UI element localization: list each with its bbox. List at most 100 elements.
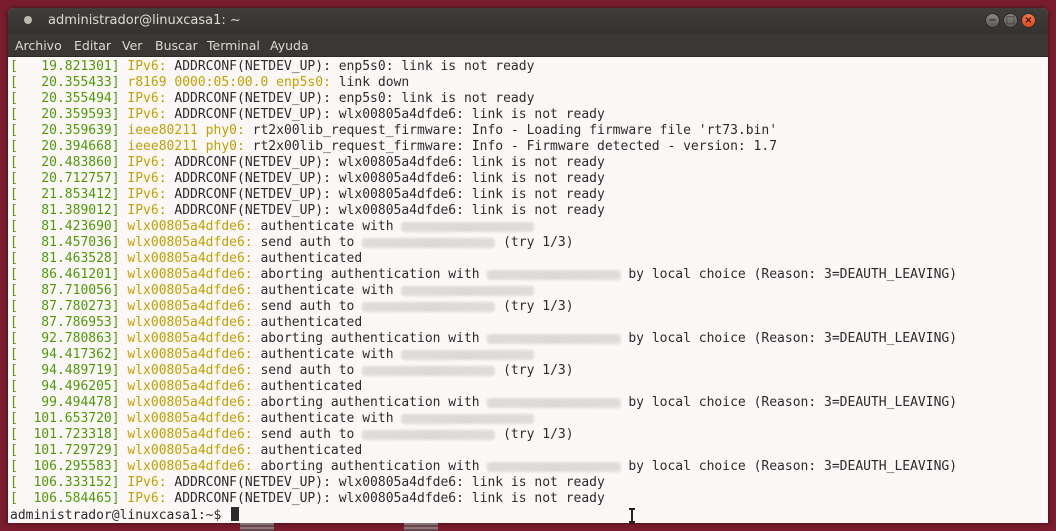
log-message-tail: by local choice (Reason: 3=DEAUTH_LEAVIN…: [620, 331, 958, 346]
log-line: [ 20.394668] ieee80211 phy0: rt2x00lib_r…: [10, 139, 777, 155]
log-line: [ 20.359639] ieee80211 phy0: rt2x00lib_r…: [10, 123, 777, 139]
log-source: IPv6:: [127, 491, 167, 506]
log-source: wlx00805a4dfde6:: [127, 331, 253, 346]
log-message: ADDRCONF(NETDEV_UP): wlx00805a4dfde6: li…: [166, 203, 605, 218]
title-bar[interactable]: administrador@linuxcasa1: ~ − □ ×: [8, 8, 1048, 34]
log-timestamp: [ 94.496205]: [10, 379, 120, 394]
log-source: ieee80211 phy0:: [127, 139, 245, 154]
log-source: wlx00805a4dfde6:: [127, 459, 253, 474]
log-line: [ 20.712757] IPv6: ADDRCONF(NETDEV_UP): …: [10, 171, 605, 187]
log-message: ADDRCONF(NETDEV_UP): enp5s0: link is not…: [166, 59, 535, 74]
log-message: aborting authentication with: [252, 267, 488, 282]
log-source: wlx00805a4dfde6:: [127, 283, 253, 298]
menu-ayuda[interactable]: Ayuda: [270, 38, 309, 53]
log-line: [ 106.584465] IPv6: ADDRCONF(NETDEV_UP):…: [10, 491, 605, 507]
log-message-tail: by local choice (Reason: 3=DEAUTH_LEAVIN…: [620, 267, 958, 282]
menu-bar: Archivo Editar Ver Buscar Terminal Ayuda: [8, 34, 1048, 57]
log-message: ADDRCONF(NETDEV_UP): wlx00805a4dfde6: li…: [166, 107, 605, 122]
log-line: [ 20.355433] r8169 0000:05:00.0 enp5s0: …: [10, 75, 409, 91]
log-source: wlx00805a4dfde6:: [127, 315, 253, 330]
log-source: IPv6:: [127, 59, 167, 74]
log-source: IPv6:: [127, 203, 167, 218]
log-timestamp: [ 106.584465]: [10, 491, 120, 506]
log-message-tail: by local choice (Reason: 3=DEAUTH_LEAVIN…: [620, 395, 958, 410]
log-line: [ 87.710056] wlx00805a4dfde6: authentica…: [10, 283, 535, 299]
redacted-mac-address: a2:41:36:94:ad:40: [401, 221, 535, 232]
log-message: ADDRCONF(NETDEV_UP): wlx00805a4dfde6: li…: [166, 171, 605, 186]
terminal-window: administrador@linuxcasa1: ~ − □ × Archiv…: [8, 8, 1048, 523]
log-line: [ 106.295583] wlx00805a4dfde6: aborting …: [10, 459, 957, 475]
log-message: ADDRCONF(NETDEV_UP): wlx00805a4dfde6: li…: [166, 491, 605, 506]
log-source: IPv6:: [127, 91, 167, 106]
close-button[interactable]: ×: [1021, 13, 1036, 28]
menu-terminal[interactable]: Terminal: [207, 38, 260, 53]
log-source: IPv6:: [127, 171, 167, 186]
log-line: [ 81.423690] wlx00805a4dfde6: authentica…: [10, 219, 535, 235]
log-source: wlx00805a4dfde6:: [127, 219, 253, 234]
log-timestamp: [ 87.710056]: [10, 283, 120, 298]
log-timestamp: [ 99.494478]: [10, 395, 120, 410]
redacted-mac-address: a2:41:36:94:ad:40: [362, 237, 496, 248]
menu-editar[interactable]: Editar: [74, 38, 111, 53]
log-line: [ 20.359593] IPv6: ADDRCONF(NETDEV_UP): …: [10, 107, 605, 123]
log-message: authenticated: [252, 379, 363, 394]
log-message-tail: by local choice (Reason: 3=DEAUTH_LEAVIN…: [620, 459, 958, 474]
maximize-button[interactable]: □: [1003, 13, 1018, 28]
menu-ver[interactable]: Ver: [122, 38, 142, 53]
log-source: r8169 0000:05:00.0 enp5s0:: [127, 75, 331, 90]
log-message-tail: (try 1/3): [495, 427, 574, 442]
redacted-mac-address: a2:41:36:94:ad:40: [362, 365, 496, 376]
log-source: wlx00805a4dfde6:: [127, 299, 253, 314]
log-message: ADDRCONF(NETDEV_UP): wlx00805a4dfde6: li…: [166, 155, 605, 170]
minimize-button[interactable]: −: [985, 13, 1000, 28]
log-timestamp: [ 106.295583]: [10, 459, 120, 474]
redacted-mac-address: a2:41:36:94:ad:40: [401, 413, 535, 424]
log-timestamp: [ 20.355433]: [10, 75, 120, 90]
log-line: [ 21.853412] IPv6: ADDRCONF(NETDEV_UP): …: [10, 187, 605, 203]
log-line: [ 87.786953] wlx00805a4dfde6: authentica…: [10, 315, 362, 331]
log-line: [ 86.461201] wlx00805a4dfde6: aborting a…: [10, 267, 957, 283]
log-message-tail: (try 1/3): [495, 363, 574, 378]
log-message-tail: (try 1/3): [495, 235, 574, 250]
log-line: [ 81.389012] IPv6: ADDRCONF(NETDEV_UP): …: [10, 203, 605, 219]
log-timestamp: [ 94.489719]: [10, 363, 120, 378]
log-message: authenticated: [252, 443, 363, 458]
log-timestamp: [ 81.389012]: [10, 203, 120, 218]
log-line: [ 101.729729] wlx00805a4dfde6: authentic…: [10, 443, 362, 459]
log-timestamp: [ 106.333152]: [10, 475, 120, 490]
log-timestamp: [ 20.712757]: [10, 171, 120, 186]
log-timestamp: [ 101.723318]: [10, 427, 120, 442]
menu-archivo[interactable]: Archivo: [15, 38, 62, 53]
log-line: [ 20.355494] IPv6: ADDRCONF(NETDEV_UP): …: [10, 91, 534, 107]
log-message: authenticate with: [252, 411, 402, 426]
text-cursor: [231, 507, 240, 521]
log-source: wlx00805a4dfde6:: [127, 379, 253, 394]
redacted-mac-address: a2:41:36:94:ad:40: [401, 349, 535, 360]
log-line: [ 94.417362] wlx00805a4dfde6: authentica…: [10, 347, 535, 363]
menu-buscar[interactable]: Buscar: [155, 38, 198, 53]
log-timestamp: [ 20.359593]: [10, 107, 120, 122]
log-timestamp: [ 87.780273]: [10, 299, 120, 314]
redacted-mac-address: a2:41:36:94:ad:40: [487, 269, 621, 280]
log-message: ADDRCONF(NETDEV_UP): wlx00805a4dfde6: li…: [166, 475, 605, 490]
redacted-mac-address: a2:41:36:94:ad:40: [487, 461, 621, 472]
log-source: IPv6:: [127, 475, 167, 490]
log-source: IPv6:: [127, 155, 167, 170]
taskbar-icon[interactable]: [240, 523, 274, 531]
log-timestamp: [ 19.821301]: [10, 59, 120, 74]
terminal-output[interactable]: administrador@linuxcasa1:~$ [ 19.821301]…: [8, 57, 1048, 523]
log-source: wlx00805a4dfde6:: [127, 427, 253, 442]
log-line: [ 99.494478] wlx00805a4dfde6: aborting a…: [10, 395, 957, 411]
log-timestamp: [ 20.483860]: [10, 155, 120, 170]
log-timestamp: [ 87.786953]: [10, 315, 120, 330]
log-line: [ 81.463528] wlx00805a4dfde6: authentica…: [10, 251, 362, 267]
taskbar-icon[interactable]: [404, 523, 438, 531]
redacted-mac-address: a2:41:36:94:ad:40: [401, 285, 535, 296]
log-message: authenticate with: [252, 219, 402, 234]
log-message: send auth to: [252, 299, 363, 314]
log-source: wlx00805a4dfde6:: [127, 347, 253, 362]
log-message: aborting authentication with: [252, 395, 488, 410]
shell-prompt[interactable]: administrador@linuxcasa1:~$: [10, 507, 240, 523]
log-line: [ 94.496205] wlx00805a4dfde6: authentica…: [10, 379, 362, 395]
log-timestamp: [ 92.780863]: [10, 331, 120, 346]
